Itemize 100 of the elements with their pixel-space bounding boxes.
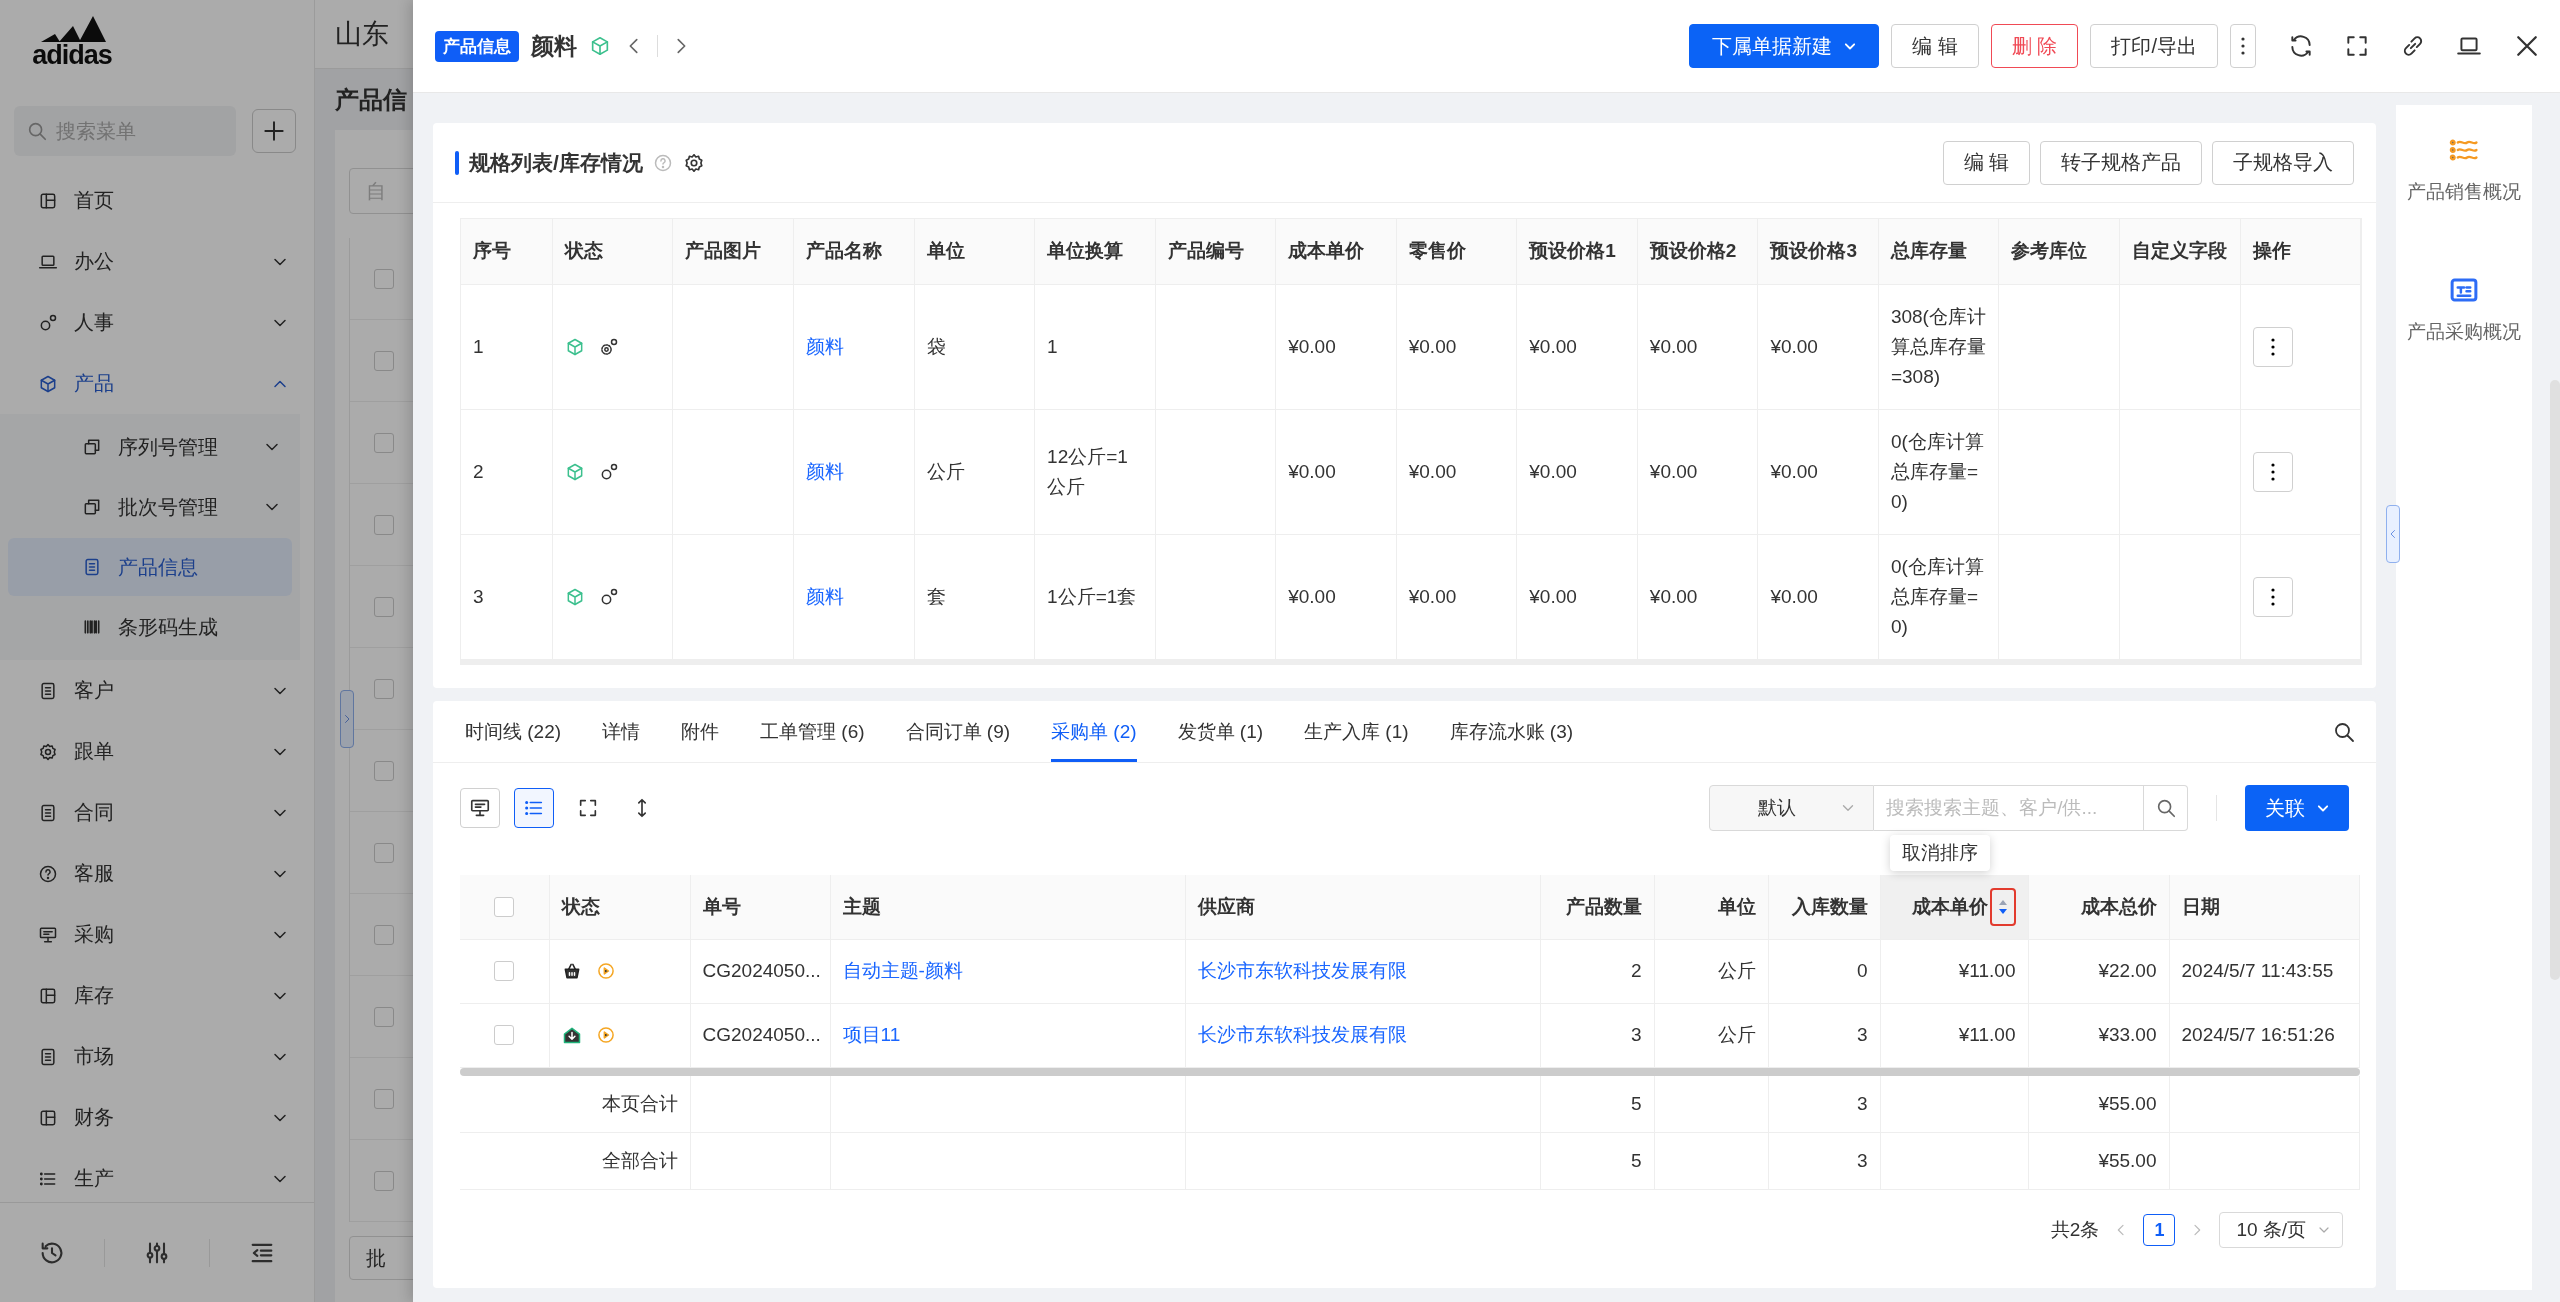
menu-item[interactable]: 合同 — [0, 782, 314, 843]
column-header: 操作 — [2240, 219, 2361, 284]
table-cell: 2 — [1540, 939, 1654, 1003]
tab[interactable]: 工单管理 (6) — [760, 701, 865, 762]
menu-item[interactable]: 办公 — [0, 231, 314, 292]
table-cell: 3 — [1768, 1075, 1880, 1133]
table-cell: 5 — [1540, 1132, 1654, 1190]
table-cell: 2 — [461, 409, 553, 534]
page-button[interactable]: 1 — [2143, 1214, 2176, 1246]
column-header: 预设价格2 — [1637, 219, 1758, 284]
overview-link[interactable]: 产品销售概况 — [2407, 135, 2522, 205]
table-cell: 2024/5/7 11:43:55 — [2169, 939, 2360, 1003]
table-cell: 12公斤=1公斤 — [1034, 409, 1156, 534]
type-badge: 产品信息 — [435, 30, 519, 62]
subject-link[interactable]: 自动主题-颜料 — [842, 960, 963, 981]
table-cell: 公斤 — [914, 409, 1035, 534]
search-field[interactable]: 搜索搜索主题、客户/供... — [1874, 785, 2145, 831]
submenu-item[interactable]: 产品信息 — [8, 538, 292, 596]
column-header: 自定义字段 — [2119, 219, 2241, 284]
column-header: 单位 — [914, 219, 1035, 284]
menu-item[interactable]: 跟单 — [0, 721, 314, 782]
table-cell: ¥11.00 — [1880, 939, 2028, 1003]
total-count: 共2条 — [2050, 1218, 2100, 1242]
table-cell: CG2024050... — [690, 1003, 830, 1067]
menu-item[interactable]: 财务 — [0, 1087, 314, 1148]
table-cell: ¥22.00 — [2028, 939, 2169, 1003]
create-button[interactable]: 下属单据新建 — [1689, 24, 1880, 68]
sort-select[interactable]: 默认 — [1709, 785, 1875, 831]
page-title: 产品信 — [335, 84, 407, 115]
menu-item[interactable]: 采购 — [0, 904, 314, 965]
table-cell: 308(仓库计算总库存量=308) — [1878, 284, 1999, 409]
column-header: 零售价 — [1396, 219, 1517, 284]
subject-link[interactable]: 项目11 — [842, 1024, 901, 1045]
menu-item[interactable]: 产品 — [0, 353, 314, 414]
column-header: 单号 — [690, 875, 830, 939]
table-cell: 3 — [1540, 1003, 1654, 1067]
section-title: 规格列表/库存情况 — [469, 149, 643, 176]
table-cell: ¥11.00 — [1880, 1003, 2028, 1067]
table-cell: 袋 — [914, 284, 1035, 409]
column-header: 状态 — [552, 219, 673, 284]
total-label: 本页合计 — [460, 1075, 690, 1133]
delete-button[interactable]: 删 除 — [1990, 24, 2079, 68]
convert-button[interactable]: 转子规格产品 — [2040, 140, 2203, 185]
table-cell: ¥55.00 — [2028, 1132, 2169, 1190]
table-cell: ¥33.00 — [2028, 1003, 2169, 1067]
column-header: 产品图片 — [672, 219, 794, 284]
tab[interactable]: 详情 — [602, 701, 641, 762]
supplier-link[interactable]: 长沙市东软科技发展有限 — [1197, 960, 1407, 981]
overview-link[interactable]: 产品采购概况 — [2407, 275, 2522, 345]
menu-item[interactable]: 生产 — [0, 1148, 314, 1202]
tab[interactable]: 时间线 (22) — [465, 701, 562, 762]
tab[interactable]: 发货单 (1) — [1177, 701, 1264, 762]
menu-item[interactable]: 人事 — [0, 292, 314, 353]
table-cell: ¥0.00 — [1275, 534, 1397, 659]
table-cell: ¥0.00 — [1757, 409, 1879, 534]
table-cell: ¥0.00 — [1637, 409, 1758, 534]
table-cell: ¥0.00 — [1637, 284, 1758, 409]
menu-item[interactable]: 库存 — [0, 965, 314, 1026]
table-cell: ¥0.00 — [1516, 534, 1638, 659]
column-header: 单位 — [1654, 875, 1768, 939]
column-header: 单位换算 — [1034, 219, 1156, 284]
supplier-link[interactable]: 长沙市东软科技发展有限 — [1197, 1024, 1407, 1045]
print-button[interactable]: 打印/导出 — [2090, 24, 2218, 68]
menu-item[interactable]: 市场 — [0, 1026, 314, 1087]
tab[interactable]: 合同订单 (9) — [905, 701, 1011, 762]
edit-button[interactable]: 编 辑 — [1891, 24, 1979, 68]
tab[interactable]: 库存流水账 (3) — [1449, 701, 1574, 762]
tab[interactable]: 采购单 (2) — [1051, 701, 1137, 762]
column-header: 预设价格1 — [1516, 219, 1638, 284]
table-cell: ¥0.00 — [1396, 534, 1517, 659]
menu-item[interactable]: 客服 — [0, 843, 314, 904]
table-cell: ¥0.00 — [1516, 284, 1638, 409]
column-header: 参考库位 — [1998, 219, 2120, 284]
table-cell: ¥0.00 — [1275, 409, 1397, 534]
table-cell: 0 — [1768, 939, 1880, 1003]
product-link[interactable]: 颜料 — [806, 460, 844, 482]
product-link[interactable]: 颜料 — [806, 585, 844, 607]
submenu-item[interactable]: 序列号管理 — [8, 418, 292, 476]
batch-button[interactable]: 批 — [349, 1236, 413, 1280]
table-cell: 1公斤=1套 — [1034, 534, 1156, 659]
table-cell: 套 — [914, 534, 1035, 659]
table-cell: 0(仓库计算总库存量=0) — [1878, 534, 1999, 659]
table-cell: 5 — [1540, 1075, 1654, 1133]
submenu-item[interactable]: 条形码生成 — [8, 598, 292, 656]
link-button[interactable]: 关联 — [2245, 785, 2350, 831]
page-size-select[interactable]: 10 条/页 — [2219, 1212, 2344, 1248]
edit-button[interactable]: 编 辑 — [1942, 140, 2031, 185]
tab[interactable]: 生产入库 (1) — [1304, 701, 1409, 762]
column-header: 产品编号 — [1155, 219, 1276, 284]
import-button[interactable]: 子规格导入 — [2212, 140, 2355, 185]
column-header: 总库存量 — [1878, 219, 1999, 284]
product-link[interactable]: 颜料 — [806, 335, 844, 357]
table-cell: CG2024050... — [690, 939, 830, 1003]
table-cell: ¥0.00 — [1396, 284, 1517, 409]
menu-item[interactable]: 首页 — [0, 170, 314, 231]
tab[interactable]: 附件 — [681, 701, 720, 762]
menu-item[interactable]: 客户 — [0, 660, 314, 721]
table-cell: 2024/5/7 16:51:26 — [2169, 1003, 2360, 1067]
column-header: 序号 — [461, 219, 553, 284]
submenu-item[interactable]: 批次号管理 — [8, 478, 292, 536]
